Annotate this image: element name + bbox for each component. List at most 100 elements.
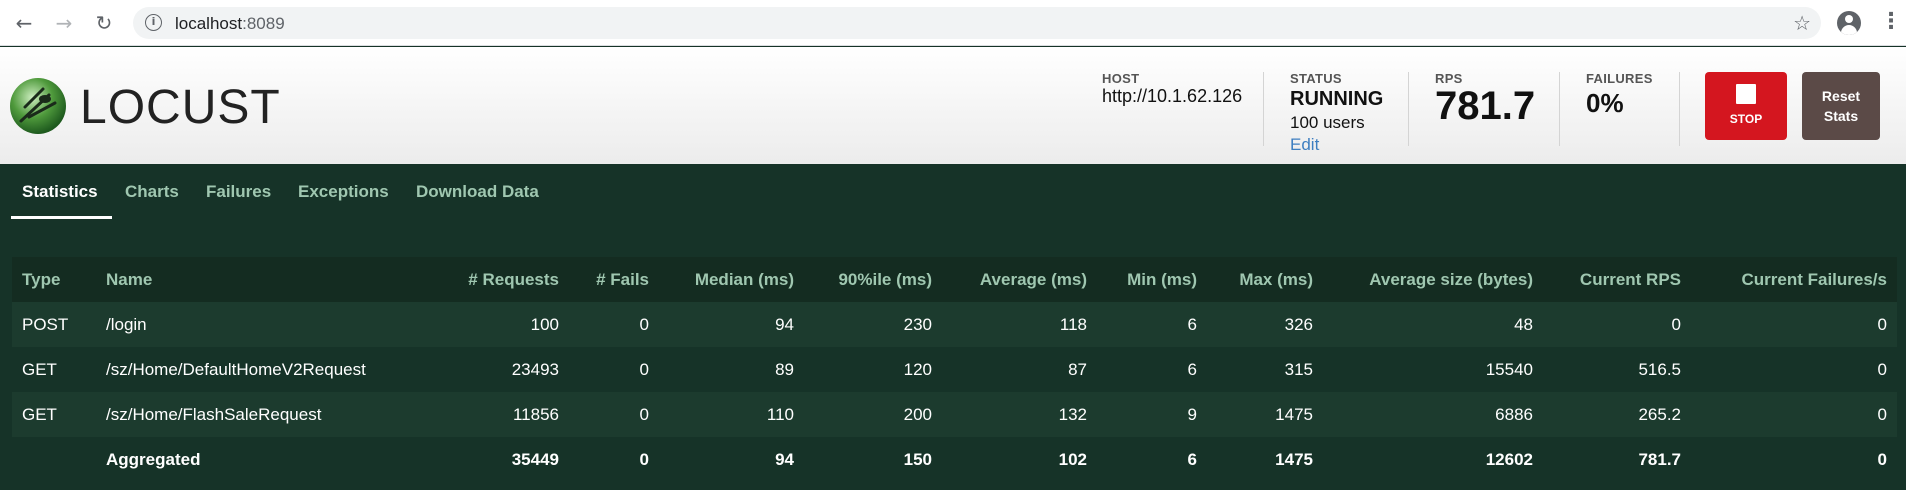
table-cell: 9 — [1187, 404, 1197, 424]
reload-icon[interactable]: ↻ — [90, 9, 118, 37]
table-cell: GET — [22, 359, 57, 379]
table-cell: Aggregated — [106, 449, 201, 469]
table-cell: 0 — [639, 359, 649, 379]
user-count: 100 users — [1290, 113, 1365, 132]
table-cell: 6 — [1187, 314, 1197, 334]
table-header-row: Type Name # Requests # Fails Median (ms)… — [12, 257, 1897, 302]
column-header[interactable]: Current RPS — [1543, 257, 1691, 302]
table-cell: 94 — [775, 449, 794, 469]
bookmark-star-icon[interactable]: ☆ — [1793, 11, 1811, 35]
table-cell: /sz/Home/DefaultHomeV2Request — [106, 359, 366, 379]
failures-block: FAILURES 0% — [1586, 71, 1653, 119]
table-cell: 200 — [903, 404, 932, 424]
host-value: http://10.1.62.126 — [1102, 86, 1243, 106]
stop-label: STOP — [1729, 112, 1763, 126]
tab-statistics[interactable]: Statistics — [22, 182, 98, 202]
status-block: STATUS RUNNING 100 users Edit — [1290, 71, 1383, 155]
stats-table-container: Type Name # Requests # Fails Median (ms)… — [12, 257, 1897, 482]
table-cell: 12602 — [1485, 449, 1533, 469]
url-host: localhost — [175, 14, 243, 33]
host-block: HOST http://10.1.62.126 — [1102, 71, 1242, 107]
column-header[interactable]: Average (ms) — [942, 257, 1097, 302]
active-tab-indicator — [11, 216, 112, 219]
rps-value: 781.7 — [1435, 84, 1536, 128]
divider — [1263, 72, 1264, 146]
table-cell: 87 — [1068, 359, 1087, 379]
table-cell: /login — [106, 314, 147, 334]
browser-toolbar: ← → ↻ i localhost:8089 ☆ ⋮ — [0, 0, 1906, 46]
table-cell: 6 — [1187, 449, 1197, 469]
table-cell: 0 — [639, 449, 649, 469]
table-cell: 11856 — [512, 404, 559, 424]
table-cell: 6886 — [1495, 404, 1533, 424]
profile-avatar-icon[interactable] — [1837, 11, 1861, 35]
reset-stats-button[interactable]: Reset Stats — [1802, 72, 1880, 140]
table-cell: 315 — [1284, 359, 1313, 379]
table-cell: 0 — [639, 404, 649, 424]
table-row: GET /sz/Home/FlashSaleRequest 11856 0 11… — [12, 392, 1897, 437]
stop-button[interactable]: STOP — [1705, 72, 1787, 140]
forward-arrow-icon[interactable]: → — [50, 9, 78, 37]
column-header[interactable]: # Requests — [456, 257, 569, 302]
column-header[interactable]: Type — [12, 257, 96, 302]
tab-download-data[interactable]: Download Data — [416, 182, 539, 202]
tab-failures[interactable]: Failures — [206, 182, 271, 202]
table-cell: 6 — [1187, 359, 1197, 379]
column-header[interactable]: Min (ms) — [1097, 257, 1207, 302]
column-header[interactable]: Current Failures/s — [1691, 257, 1897, 302]
table-row: GET /sz/Home/DefaultHomeV2Request 23493 … — [12, 347, 1897, 392]
table-cell: 35449 — [511, 449, 559, 469]
table-cell: 0 — [1877, 449, 1887, 469]
table-cell: 15540 — [1485, 359, 1533, 379]
table-cell: 516.5 — [1638, 359, 1681, 379]
table-cell: 89 — [775, 359, 794, 379]
table-cell: GET — [22, 404, 57, 424]
table-cell: 48 — [1514, 314, 1533, 334]
back-arrow-icon[interactable]: ← — [10, 9, 38, 37]
status-label: STATUS — [1290, 71, 1342, 86]
column-header[interactable]: Name — [96, 257, 456, 302]
column-header[interactable]: 90%ile (ms) — [804, 257, 942, 302]
divider — [1679, 72, 1680, 146]
divider — [1408, 72, 1409, 146]
table-cell: 1475 — [1275, 404, 1313, 424]
column-header[interactable]: Median (ms) — [659, 257, 804, 302]
logo-text: LOCUST — [80, 81, 281, 134]
reset-label-1: Reset — [1821, 88, 1861, 104]
table-cell: POST — [22, 314, 69, 334]
table-cell: 0 — [1877, 314, 1887, 334]
tab-exceptions[interactable]: Exceptions — [298, 182, 389, 202]
table-cell: 120 — [903, 359, 932, 379]
column-header[interactable]: Max (ms) — [1207, 257, 1323, 302]
url-text[interactable]: localhost:8089 — [175, 14, 285, 34]
table-cell: 102 — [1058, 449, 1087, 469]
table-cell: 1475 — [1275, 449, 1313, 469]
table-cell: 0 — [639, 314, 649, 334]
locust-header: LOCUST HOST http://10.1.62.126 STATUS RU… — [0, 47, 1906, 164]
tab-charts[interactable]: Charts — [125, 182, 179, 202]
column-header[interactable]: # Fails — [569, 257, 659, 302]
tab-bar: Statistics Charts Failures Exceptions Do… — [0, 164, 1906, 220]
column-header[interactable]: Average size (bytes) — [1323, 257, 1543, 302]
failures-label: FAILURES — [1586, 71, 1653, 86]
status-value: RUNNING — [1290, 88, 1384, 110]
table-cell: /sz/Home/FlashSaleRequest — [106, 404, 322, 424]
table-cell: 0 — [1877, 359, 1887, 379]
menu-kebab-icon[interactable]: ⋮ — [1880, 9, 1902, 34]
table-cell: 118 — [1059, 314, 1087, 334]
locust-logo-icon — [10, 78, 66, 134]
table-cell: 265.2 — [1638, 404, 1681, 424]
info-icon[interactable]: i — [145, 14, 162, 31]
table-cell: 0 — [1671, 314, 1681, 334]
table-cell: 23493 — [511, 359, 559, 379]
stats-table: Type Name # Requests # Fails Median (ms)… — [12, 257, 1897, 482]
host-label: HOST — [1102, 71, 1140, 86]
table-cell: 132 — [1058, 404, 1087, 424]
table-cell: 94 — [775, 314, 794, 334]
table-cell: 100 — [530, 314, 559, 334]
aggregated-row: Aggregated 35449 0 94 150 102 6 1475 126… — [12, 437, 1897, 482]
table-cell: 0 — [1877, 404, 1887, 424]
table-cell: 781.7 — [1638, 449, 1681, 469]
edit-link[interactable]: Edit — [1290, 135, 1383, 155]
address-bar[interactable]: i localhost:8089 ☆ — [133, 7, 1821, 39]
